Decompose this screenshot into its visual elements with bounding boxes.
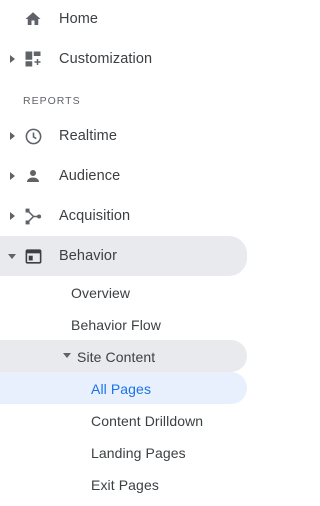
nav-item-acquisition[interactable]: Acquisition <box>0 197 267 235</box>
nav-item-all-pages-label: All Pages <box>91 381 152 397</box>
nav-item-audience[interactable]: Audience <box>0 157 267 195</box>
dashboard-plus-icon <box>23 49 43 69</box>
browser-window-icon <box>23 246 43 266</box>
nav-item-all-pages[interactable]: All Pages <box>0 372 247 404</box>
nav-item-home[interactable]: Home <box>0 0 267 38</box>
acquisition-icon <box>23 206 43 226</box>
nav-item-overview[interactable]: Overview <box>0 277 247 308</box>
nav-item-customization[interactable]: Customization <box>0 40 267 78</box>
expand-arrow-icon[interactable] <box>10 55 15 63</box>
nav-item-behavior-flow[interactable]: Behavior Flow <box>0 309 247 340</box>
expand-arrow-icon[interactable] <box>10 212 15 220</box>
nav-item-exit-pages[interactable]: Exit Pages <box>0 469 247 500</box>
clock-icon <box>23 126 43 146</box>
nav-item-customization-label: Customization <box>59 51 153 67</box>
collapse-arrow-icon[interactable] <box>63 353 71 358</box>
nav-item-exit-pages-label: Exit Pages <box>91 477 159 493</box>
home-icon <box>23 9 43 29</box>
nav-item-landing-pages-label: Landing Pages <box>91 445 186 461</box>
person-icon <box>23 166 43 186</box>
analytics-sidebar-nav: Home Customization REPORTS Realtime Audi… <box>0 0 267 506</box>
collapse-arrow-icon[interactable] <box>8 254 16 259</box>
reports-section-header: REPORTS <box>23 95 81 107</box>
nav-item-behavior-label: Behavior <box>59 248 118 264</box>
nav-item-overview-label: Overview <box>71 285 131 301</box>
expand-arrow-icon[interactable] <box>10 172 15 180</box>
expand-arrow-icon[interactable] <box>10 132 15 140</box>
nav-item-realtime[interactable]: Realtime <box>0 117 267 155</box>
nav-item-content-drilldown[interactable]: Content Drilldown <box>0 405 247 436</box>
nav-item-home-label: Home <box>59 11 99 27</box>
nav-item-content-drilldown-label: Content Drilldown <box>91 413 204 429</box>
nav-item-behavior[interactable]: Behavior <box>0 237 247 275</box>
nav-item-site-content[interactable]: Site Content <box>0 340 247 372</box>
nav-item-behavior-flow-label: Behavior Flow <box>71 317 162 333</box>
nav-item-landing-pages[interactable]: Landing Pages <box>0 437 247 468</box>
nav-item-audience-label: Audience <box>59 168 121 184</box>
nav-item-acquisition-label: Acquisition <box>59 208 131 224</box>
nav-item-realtime-label: Realtime <box>59 128 118 144</box>
nav-item-site-content-label: Site Content <box>77 349 156 365</box>
